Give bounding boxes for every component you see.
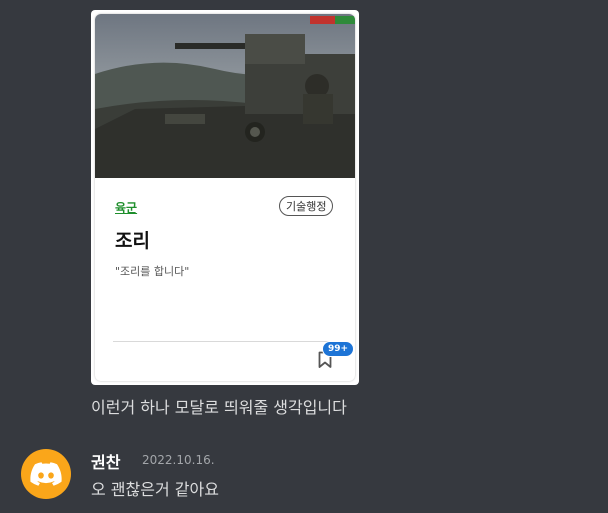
armored-vehicle-photo (95, 14, 355, 178)
username[interactable]: 권찬 (91, 449, 120, 473)
message-text: 오 괜찮은거 같아요 (91, 480, 219, 499)
discord-logo-icon (30, 462, 62, 486)
card-divider (113, 341, 343, 342)
card-title: 조리 (115, 230, 150, 252)
category-tag: 기술행정 (279, 196, 334, 216)
timestamp: 2022.10.16. (142, 453, 215, 467)
card-description: "조리를 합니다" (115, 265, 190, 278)
job-card[interactable]: 육군 기술행정 조리 "조리를 합니다" 99+ (95, 14, 355, 381)
branch-label[interactable]: 육군 (115, 199, 137, 216)
avatar[interactable] (21, 449, 71, 499)
bookmark-count-badge: 99+ (322, 341, 355, 357)
message-text: 이런거 하나 모달로 띄워줄 생각입니다 (91, 398, 347, 417)
embed-card-image[interactable]: 육군 기술행정 조리 "조리를 합니다" 99+ (91, 10, 359, 385)
